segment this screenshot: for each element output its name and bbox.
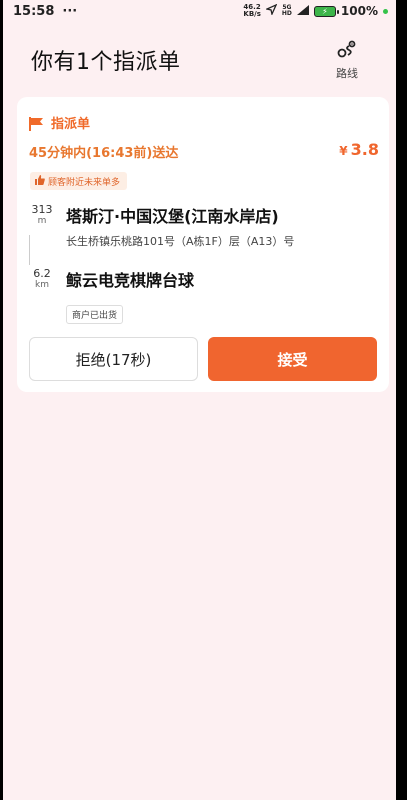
dropoff-place-name: 鲸云电竞棋牌台球 [66,271,195,290]
order-price: ¥3.8 [339,140,379,159]
order-card-header: 指派单 [29,113,90,132]
order-type-label: 指派单 [51,117,91,132]
dropoff-distance-unit: km [35,280,49,290]
signal-5g-label: 5G HD [282,5,292,17]
route-button[interactable]: 路线 [336,39,358,81]
privacy-indicator-icon [383,8,388,14]
battery-icon: ⚡ [313,5,339,17]
route-icon [336,39,358,63]
app-screen: 15:58 ··· 46.2 KB/s 5G HD ⚡ 100% 你有1个指派单 [3,0,396,800]
order-card[interactable]: 指派单 45分钟内(16:43前)送达 ¥3.8 顾客附近未来单多 313 m … [17,97,389,392]
thumbs-up-icon [35,174,45,188]
route-connector [29,235,30,265]
signal-bars-icon [296,4,309,18]
merchant-status-badge: 商户已出货 [66,305,124,324]
pickup-store-name: 塔斯汀·中国汉堡(江南水岸店) [66,207,279,226]
status-right: 46.2 KB/s 5G HD ⚡ 100% [243,4,388,18]
page-header: 你有1个指派单 路线 [3,40,396,80]
currency-symbol: ¥ [339,144,348,158]
pickup-address: 长生桥镇乐桃路101号（A栋1F）层（A13）号 [66,235,295,248]
reject-button[interactable]: 拒绝(17秒) [29,337,198,381]
pickup-distance-value: 313 [31,203,53,216]
hint-tag-text: 顾客附近未来单多 [48,177,121,188]
status-bar: 15:58 ··· 46.2 KB/s 5G HD ⚡ 100% [3,0,396,22]
dropoff-distance: 6.2 km [29,267,55,290]
pickup-distance-unit: m [37,216,47,226]
delivery-deadline: 45分钟内(16:43前)送达 [29,146,179,161]
page-title: 你有1个指派单 [31,50,181,75]
location-icon [264,3,278,18]
status-left: 15:58 ··· [13,4,77,19]
signal-sub: HD [281,10,292,17]
clock: 15:58 [13,3,55,19]
net-speed-unit: KB/s [243,10,261,18]
accept-button[interactable]: 接受 [208,337,377,381]
route-label: 路线 [336,67,358,80]
net-speed: 46.2 KB/s [243,4,260,18]
flag-icon [29,116,44,131]
dropoff-distance-value: 6.2 [33,267,51,280]
pickup-distance: 313 m [29,203,55,226]
battery-level: 100% [340,4,378,18]
price-value: 3.8 [350,140,379,159]
more-notifications-icon: ··· [62,3,78,19]
hint-tag: 顾客附近未来单多 [30,172,128,190]
